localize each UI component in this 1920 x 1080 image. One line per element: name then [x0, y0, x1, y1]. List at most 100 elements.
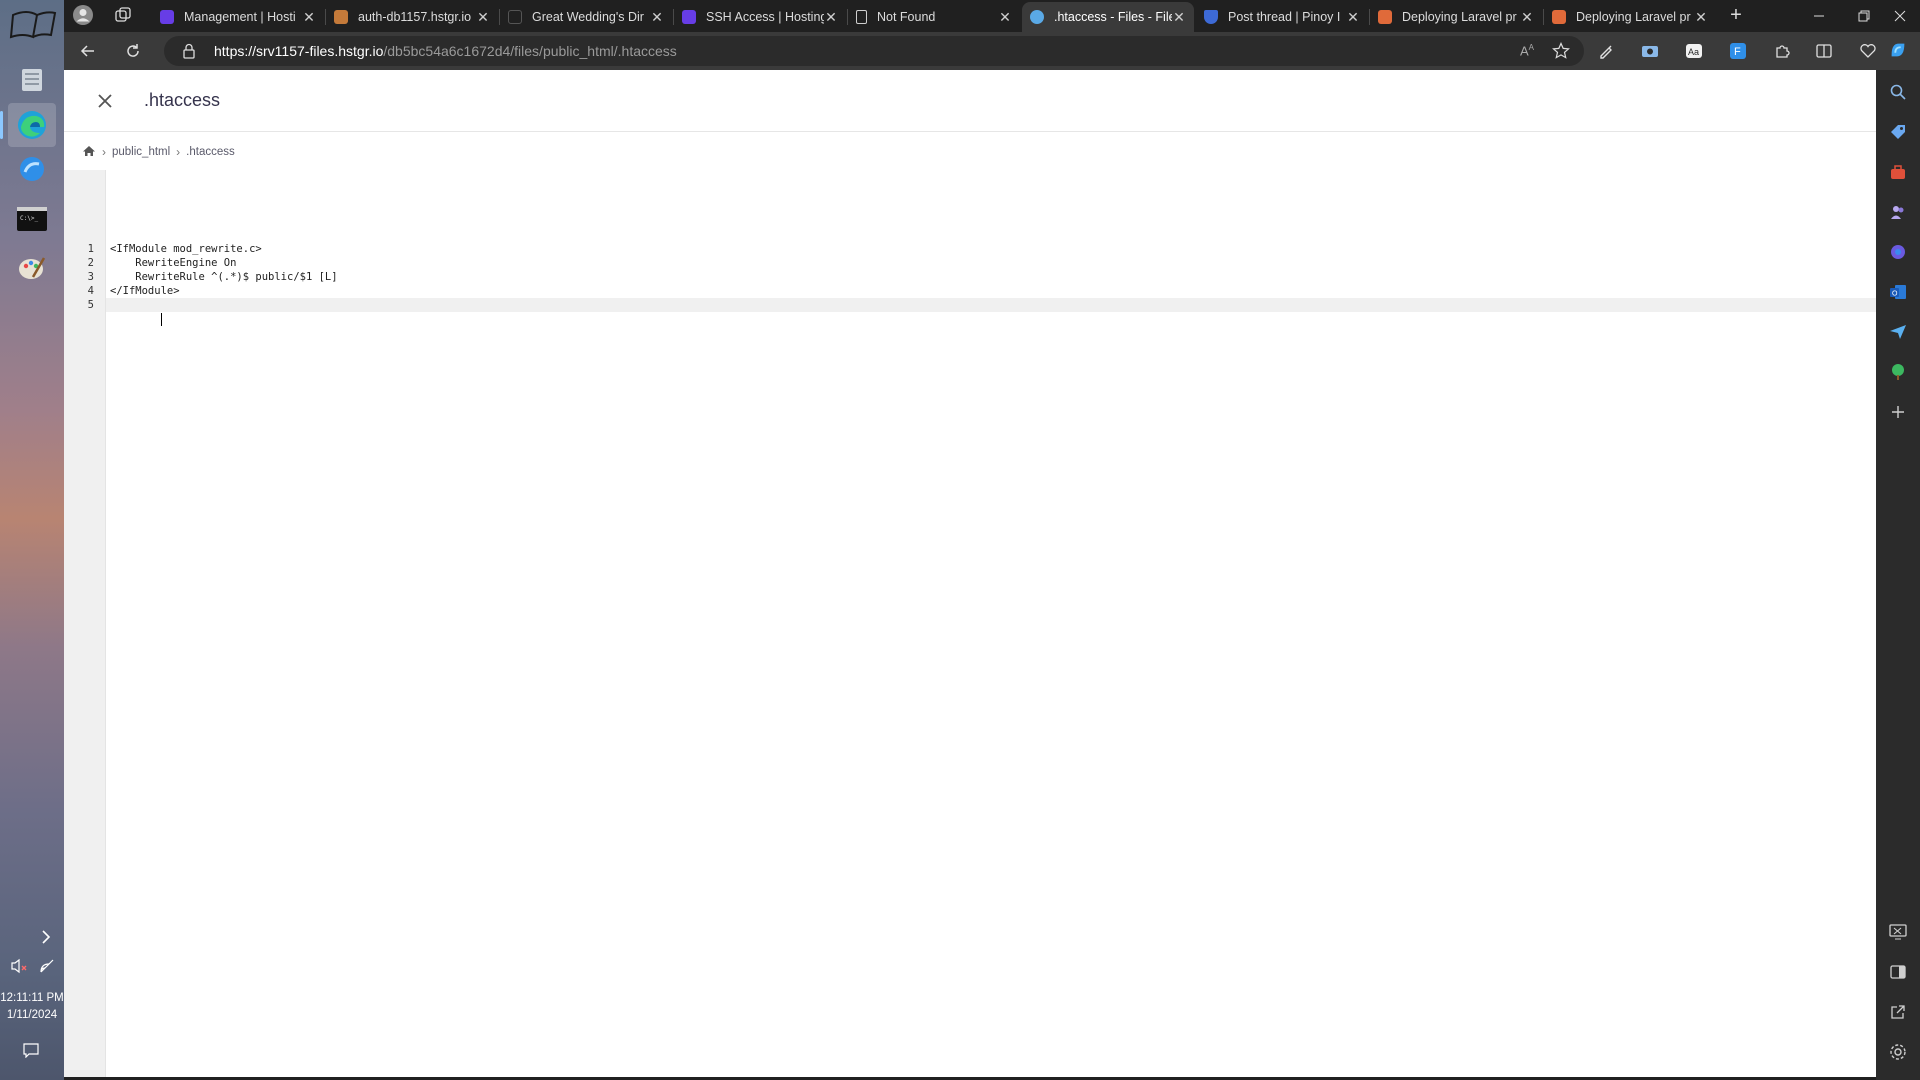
edge-sidebar: O: [1876, 43, 1920, 1080]
tab-deploying-laravel-1[interactable]: Deploying Laravel pr ✕: [1370, 2, 1542, 32]
chevron-right-icon: [42, 930, 51, 944]
volume-button[interactable]: [10, 958, 30, 978]
people-icon: [1891, 206, 1904, 219]
close-tab-icon[interactable]: ✕: [1520, 9, 1534, 26]
sidebar-outlook-button[interactable]: O: [1888, 282, 1908, 302]
sidebar-search-button[interactable]: [1888, 82, 1908, 102]
sidebar-tree-button[interactable]: [1888, 362, 1908, 382]
tab-title: Great Wedding's Dir: [532, 10, 644, 24]
tab-htaccess-files[interactable]: .htaccess - Files - File ✕: [1022, 2, 1194, 32]
address-bar[interactable]: https://srv1157-files.hstgr.io/db5bc54a6…: [164, 36, 1584, 66]
sidebar-games-button[interactable]: [1888, 202, 1908, 222]
close-tab-icon[interactable]: ✕: [1694, 9, 1708, 26]
close-editor-button[interactable]: [92, 88, 118, 114]
minimize-button[interactable]: [1799, 6, 1839, 26]
close-tab-icon[interactable]: ✕: [824, 9, 838, 26]
close-window-button[interactable]: [1880, 6, 1920, 26]
sidebar-screen-button[interactable]: [1888, 922, 1908, 942]
tab-hostinger-management[interactable]: Management | Hosti ✕: [152, 2, 324, 32]
hostinger-favicon-icon: [160, 10, 174, 24]
taskbar-app-paint[interactable]: [8, 246, 56, 290]
favorite-star-icon[interactable]: [1552, 42, 1570, 63]
os-taskbar: C:\>_ 12:11:11 PM 1/11/2024: [0, 0, 64, 1080]
sidebar-settings-button[interactable]: [1888, 1042, 1908, 1062]
code-editor[interactable]: 1 2 3 4 5 <IfModule mod_rewrite.c> Rewri…: [64, 170, 1876, 1077]
close-tab-icon[interactable]: ✕: [650, 9, 664, 26]
terminal-icon: C:\>_: [17, 207, 47, 231]
network-button[interactable]: [38, 958, 58, 978]
start-button[interactable]: [4, 4, 60, 50]
sidebar-send-button[interactable]: [1888, 322, 1908, 342]
close-tab-icon[interactable]: ✕: [476, 9, 490, 26]
tab-pinoy-thread[interactable]: Post thread | Pinoy I ✕: [1196, 2, 1368, 32]
tab-great-weddings[interactable]: Great Wedding's Dir ✕: [500, 2, 672, 32]
network-icon: [40, 959, 54, 973]
taskbar-app-edge[interactable]: [0, 103, 56, 147]
puzzle-icon: [1776, 45, 1790, 58]
sidebar-open-external-button[interactable]: [1888, 1002, 1908, 1022]
close-tab-icon[interactable]: ✕: [998, 9, 1012, 26]
tab-ssh-access[interactable]: SSH Access | Hosting ✕: [674, 2, 846, 32]
close-icon: [1894, 10, 1906, 22]
close-tab-icon[interactable]: ✕: [302, 9, 316, 26]
external-link-icon: [1891, 1005, 1905, 1019]
svg-text:F: F: [1734, 46, 1741, 58]
send-icon: [1890, 325, 1906, 339]
copilot-button[interactable]: [1888, 40, 1908, 60]
taskbar-time[interactable]: 12:11:11 PM: [0, 992, 64, 1004]
close-tab-icon[interactable]: ✕: [1172, 9, 1186, 26]
restore-button[interactable]: [1844, 6, 1884, 26]
code-line[interactable]: <IfModule mod_rewrite.c>: [110, 242, 1876, 256]
taskbar-app-terminal[interactable]: C:\>_: [8, 197, 56, 241]
code-line[interactable]: </IfModule>: [110, 284, 1876, 298]
tab-deploying-laravel-2[interactable]: Deploying Laravel pr ✕: [1544, 2, 1716, 32]
file-title: .htaccess: [144, 90, 221, 110]
taskbar-app-files[interactable]: [8, 58, 56, 102]
extension-f-button[interactable]: F: [1724, 37, 1752, 65]
line-number: 5: [87, 299, 94, 311]
back-button[interactable]: [74, 37, 102, 65]
outlook-icon: O: [1890, 285, 1906, 299]
notification-center-button[interactable]: [22, 1042, 42, 1062]
code-line-current[interactable]: [106, 298, 1876, 326]
line-number: 4: [87, 285, 94, 297]
sidebar-hide-button[interactable]: [1888, 962, 1908, 982]
extension-translate-button[interactable]: Aa: [1680, 37, 1708, 65]
volume-muted-icon: [11, 958, 27, 974]
tab-title: SSH Access | Hosting: [706, 10, 824, 24]
profile-button[interactable]: [72, 4, 96, 28]
code-line[interactable]: RewriteRule ^(.*)$ public/$1 [L]: [110, 270, 1876, 284]
close-tab-icon[interactable]: ✕: [1346, 9, 1360, 26]
lock-icon[interactable]: [182, 43, 202, 59]
new-tab-button[interactable]: +: [1724, 4, 1748, 28]
breadcrumb-item-public-html[interactable]: public_html: [112, 146, 170, 158]
split-screen-button[interactable]: [1810, 37, 1838, 65]
workspaces-button[interactable]: [114, 6, 136, 28]
sidebar-shopping-button[interactable]: [1888, 122, 1908, 142]
article-favicon-icon: [1552, 10, 1566, 24]
taskbar-app-browser[interactable]: [8, 147, 56, 191]
extension-pen-button[interactable]: [1592, 37, 1620, 65]
tab-title: Management | Hosti: [184, 10, 296, 24]
code-line[interactable]: RewriteEngine On: [110, 256, 1876, 270]
extension-screenshot-button[interactable]: [1636, 37, 1664, 65]
home-icon[interactable]: [82, 145, 96, 160]
translate-icon: Aa: [1686, 44, 1702, 58]
show-hidden-icons-button[interactable]: [36, 930, 56, 950]
screen-cast-icon: [1889, 924, 1907, 940]
tab-auth-db[interactable]: auth-db1157.hstgr.io ✕: [326, 2, 498, 32]
refresh-button[interactable]: [119, 37, 147, 65]
line-number-gutter: 1 2 3 4 5: [64, 170, 106, 1077]
taskbar-date[interactable]: 1/11/2024: [0, 1009, 64, 1021]
browser-toolbar: https://srv1157-files.hstgr.io/db5bc54a6…: [64, 32, 1920, 70]
sidebar-add-button[interactable]: [1888, 402, 1908, 422]
favorites-button[interactable]: [1854, 37, 1882, 65]
url-host: https://srv1157-files.hstgr.io: [214, 43, 384, 59]
text-cursor: [160, 312, 162, 326]
sidebar-tools-button[interactable]: [1888, 162, 1908, 182]
sidebar-m365-button[interactable]: [1888, 242, 1908, 262]
extensions-button[interactable]: [1768, 37, 1796, 65]
breadcrumb-item-htaccess[interactable]: .htaccess: [186, 146, 235, 158]
tab-not-found[interactable]: Not Found ✕: [848, 2, 1020, 32]
read-aloud-icon[interactable]: AA: [1520, 43, 1534, 58]
